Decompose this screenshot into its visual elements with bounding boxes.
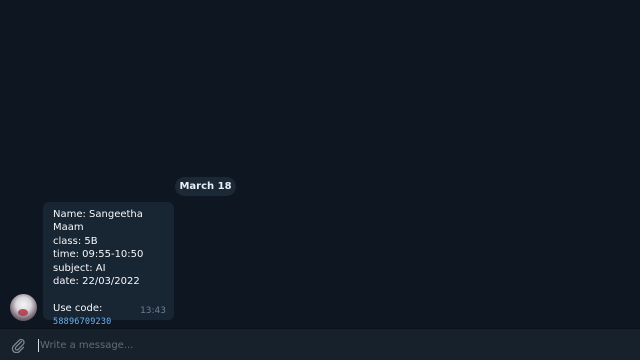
message-bubble[interactable]: Name: Sangeetha Maam class: 5B time: 09:…: [43, 202, 174, 327]
message-input[interactable]: [40, 336, 600, 354]
message-line-subject: subject: AI: [53, 262, 106, 274]
sender-avatar[interactable]: [10, 294, 37, 321]
message-composer: [0, 328, 640, 360]
date-separator: March 18: [175, 177, 236, 196]
text-caret: [38, 339, 39, 352]
message-timestamp: 13:43: [140, 306, 166, 316]
message-line-time: time: 09:55-10:50: [53, 249, 144, 261]
message-line-name: Name: Sangeetha Maam: [53, 209, 143, 234]
message-line-date: date: 22/03/2022: [53, 276, 140, 288]
message-line-class: class: 5B: [53, 235, 98, 247]
paperclip-icon[interactable]: [10, 337, 26, 353]
chat-window: March 18 Name: Sangeetha Maam class: 5B …: [0, 0, 640, 360]
message-list[interactable]: March 18 Name: Sangeetha Maam class: 5B …: [0, 0, 640, 328]
